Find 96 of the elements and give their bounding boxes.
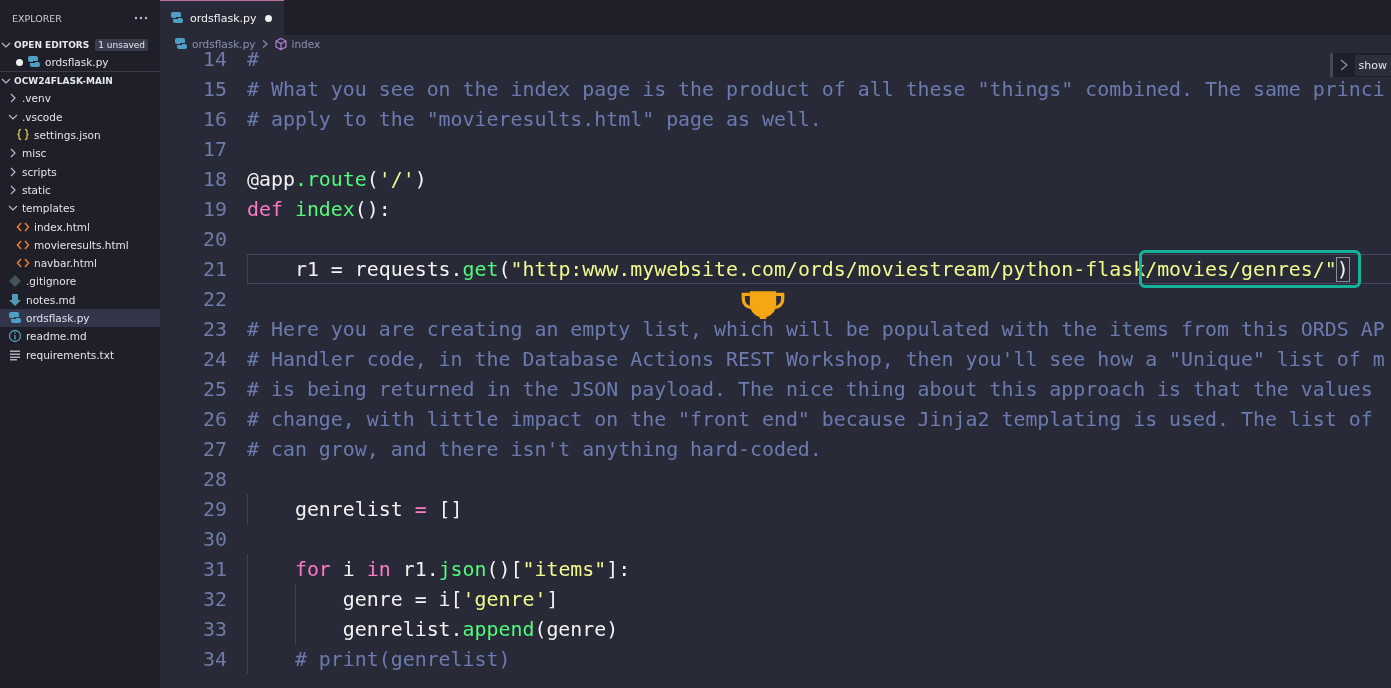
code-line: # Handler code, in the Database Actions REST Workshop, then you'll see how a "Unique" list of m [247, 347, 1385, 371]
tree-item[interactable]: movieresults.html [0, 235, 160, 254]
line-number: 32 [202, 587, 227, 611]
line-number: 25 [202, 377, 227, 401]
line-number: 23 [202, 317, 227, 341]
tree-item[interactable]: static [0, 180, 160, 200]
code-line: # Here you are creating an empty list, which will be populated with the items from this ORDS AP [247, 317, 1385, 341]
tree-item[interactable]: misc [0, 144, 160, 163]
tree-item[interactable]: .vscode [0, 107, 160, 126]
line-number: 24 [202, 347, 227, 371]
cube-icon [273, 36, 288, 51]
tree-item[interactable]: templates [0, 199, 160, 218]
file-name: scripts [22, 165, 57, 178]
line-number: 34 [202, 647, 227, 671]
diamond-icon [8, 274, 22, 289]
line-number: 21 [202, 257, 227, 281]
chevron-right-icon [8, 148, 18, 159]
line-number: 16 [202, 107, 227, 131]
line-number: 30 [202, 527, 227, 551]
tree-item[interactable]: readme.md [0, 327, 160, 346]
code-line: genrelist.append(genre) [341, 617, 619, 641]
breadcrumb-item[interactable]: index [291, 37, 321, 50]
widget-field[interactable]: show [1354, 54, 1391, 76]
tree-item[interactable]: scripts [0, 162, 160, 181]
line-number: 28 [202, 467, 227, 491]
line-number: 29 [202, 497, 227, 521]
sidebar-title: EXPLORER [12, 12, 62, 24]
code-line: # is being returned in the JSON payload. The nice thing about this approach is that the values [247, 377, 1373, 401]
more-icon [134, 16, 148, 20]
line-number: 22 [202, 287, 227, 311]
line-number: 17 [202, 137, 227, 161]
unsaved-dot [16, 58, 23, 66]
tree-item[interactable]: .venv [0, 89, 160, 108]
code-line: for i in r1.json()["items"]: [293, 557, 631, 581]
code-line: @app.route('/') [247, 167, 427, 191]
tree-item[interactable]: ordsflask.py [0, 308, 160, 328]
file-name: .venv [22, 92, 51, 105]
find-widget[interactable]: show [1329, 53, 1391, 77]
tree-item[interactable]: .gitignore [0, 272, 160, 291]
code-line: # What you see on the index page is the product of all these "things" combined. The same princi [247, 77, 1385, 101]
section-title: OCW24FLASK-MAIN [14, 75, 113, 86]
line-number: 33 [202, 617, 227, 641]
file-name: settings.json [34, 129, 101, 142]
code-line: genrelist = [] [293, 497, 463, 521]
file-name: .gitignore [26, 275, 77, 288]
tree-item[interactable]: notes.md [0, 290, 160, 309]
chevron-right-icon [1338, 58, 1349, 72]
braces-icon [16, 128, 30, 143]
breadcrumb-item[interactable]: ordsflask.py [192, 37, 256, 50]
code-line: genre = i['genre'] [341, 587, 559, 611]
info-icon [8, 329, 22, 344]
file-name: index.html [34, 220, 90, 233]
chevron-right-icon [8, 93, 18, 104]
file-name: notes.md [26, 293, 76, 306]
section-header[interactable]: OPEN EDITORS 1 unsaved [0, 36, 160, 53]
unsaved-badge: 1 unsaved [95, 38, 148, 51]
code-line: # print(genrelist) [293, 647, 511, 671]
python-icon [8, 311, 22, 325]
file-name: .vscode [22, 110, 63, 123]
editor-tab[interactable]: ordsflask.py [160, 0, 284, 35]
file-name: ordsflask.py [45, 56, 109, 69]
section-header[interactable]: OCW24FLASK-MAIN [0, 72, 160, 90]
python-icon [170, 11, 184, 25]
file-name: templates [22, 202, 75, 215]
tree-item[interactable]: index.html [0, 217, 160, 236]
file-name: static [22, 183, 51, 196]
line-number: 18 [202, 167, 227, 191]
code-line: # [247, 52, 259, 71]
line-number: 20 [202, 227, 227, 251]
file-name: misc [22, 147, 47, 160]
tree-item[interactable]: requirements.txt [0, 345, 160, 364]
file-name: movieresults.html [34, 238, 129, 251]
code-line: # change, with little impact on the "front end" because Jinja2 templating is used. The list of [247, 407, 1373, 431]
python-icon [27, 55, 41, 70]
chevron-right-icon [8, 184, 18, 195]
code-line: # apply to the "movieresults.html" page as well. [247, 107, 822, 131]
line-number: 26 [202, 407, 227, 431]
line-number: 27 [202, 437, 227, 461]
tree-item[interactable]: settings.json [0, 125, 160, 145]
section-title: OPEN EDITORS [14, 39, 90, 50]
file-name: navbar.html [34, 257, 97, 270]
chevron-right-icon [8, 166, 18, 177]
tab-label: ordsflask.py [190, 11, 257, 25]
tree-item[interactable]: navbar.html [0, 253, 160, 273]
file-name: requirements.txt [26, 348, 115, 361]
file-name: readme.md [26, 330, 87, 343]
code-line: def index(): [247, 197, 391, 221]
tree-item[interactable]: ordsflask.py [0, 53, 160, 72]
line-number: 15 [202, 77, 227, 101]
arrow-down-icon [8, 292, 22, 307]
file-name: ordsflask.py [26, 312, 90, 324]
line-number: 19 [202, 197, 227, 221]
chevron-right-icon [260, 38, 269, 49]
python-icon [174, 36, 188, 51]
line-number: 31 [202, 557, 227, 581]
code-line: # can grow, and there isn't anything hard-coded. [247, 437, 822, 461]
